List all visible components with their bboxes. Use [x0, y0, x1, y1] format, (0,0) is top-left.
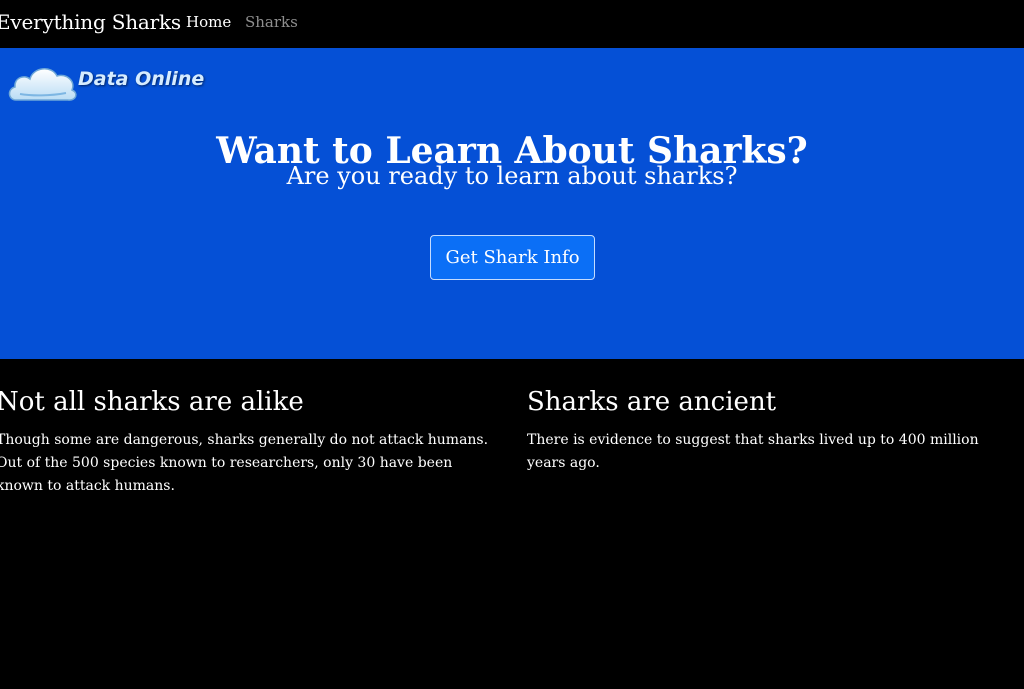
- hero-subtitle: Are you ready to learn about sharks?: [286, 162, 738, 190]
- navbar-brand[interactable]: Everything Sharks: [0, 10, 181, 34]
- navbar: Everything Sharks Home Sharks: [0, 0, 1024, 48]
- info-column-right: Sharks are ancient There is evidence to …: [527, 387, 1007, 475]
- data-online-logo: Data Online: [6, 58, 216, 106]
- hero-banner: Data Online Want to Learn About Sharks? …: [0, 48, 1024, 359]
- info-column-left: Not all sharks are alike Though some are…: [0, 387, 496, 498]
- get-shark-info-button[interactable]: Get Shark Info: [430, 235, 595, 280]
- cloud-icon: [8, 68, 77, 101]
- nav-link-home[interactable]: Home: [186, 13, 231, 31]
- nav-link-sharks[interactable]: Sharks: [245, 13, 298, 31]
- column-heading: Not all sharks are alike: [0, 387, 304, 417]
- column-body: Though some are dangerous, sharks genera…: [0, 432, 489, 494]
- page: Everything Sharks Home Sharks Data Onlin…: [0, 0, 1024, 689]
- column-body: There is evidence to suggest that sharks…: [527, 432, 979, 471]
- column-heading: Sharks are ancient: [527, 387, 777, 417]
- logo-text: Data Online: [78, 68, 205, 90]
